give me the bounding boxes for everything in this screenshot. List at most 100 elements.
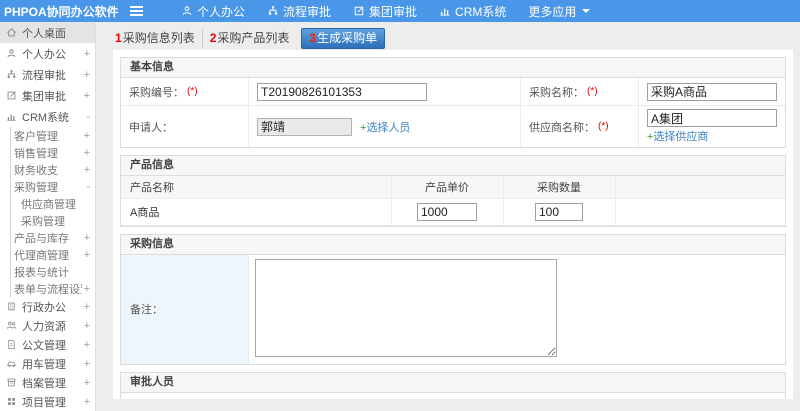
- quantity-cell: [503, 197, 616, 226]
- sidebar-item-supplier-mgmt[interactable]: 供应商管理: [11, 195, 95, 212]
- applicant-cell: +选择人员: [249, 106, 521, 147]
- purchase-no-input[interactable]: [257, 82, 427, 101]
- expand-plus-icon[interactable]: +: [82, 396, 90, 408]
- applicant-input: [257, 117, 352, 136]
- edit-square-icon: [6, 90, 17, 101]
- expand-plus-icon[interactable]: +: [82, 283, 90, 295]
- sidebar-item-archive-mgmt[interactable]: 档案管理 +: [0, 373, 95, 392]
- sidebar-item-finance[interactable]: 财务收支 +: [11, 161, 95, 178]
- grid-icon: [6, 396, 17, 407]
- expand-plus-icon[interactable]: +: [82, 164, 90, 176]
- topnav-more-apps[interactable]: 更多应用: [517, 0, 601, 22]
- sidebar-item-admin-office[interactable]: 行政办公 +: [0, 297, 95, 316]
- section-title: 采购信息: [121, 234, 785, 255]
- tab-step-number: 1: [115, 30, 122, 45]
- tab-label: 采购信息列表: [122, 30, 195, 45]
- menu-icon[interactable]: [130, 4, 144, 18]
- required-mark: (*): [187, 86, 198, 97]
- applicant-label-cell: 申请人：: [121, 106, 249, 147]
- expand-plus-icon[interactable]: +: [82, 377, 90, 389]
- expand-plus-icon[interactable]: +: [82, 130, 90, 142]
- expand-plus-icon[interactable]: +: [82, 147, 90, 159]
- home-icon: [6, 27, 17, 38]
- tab-purchase-info-list[interactable]: 1 采购信息列表: [108, 28, 203, 48]
- empty-cell: [615, 197, 785, 226]
- tab-generate-purchase-order[interactable]: 3 生成采购单: [301, 27, 386, 49]
- expand-plus-icon[interactable]: +: [82, 320, 90, 332]
- purchase-name-input[interactable]: [647, 82, 777, 101]
- topnav-workflow-approval[interactable]: 流程审批: [256, 0, 342, 22]
- sidebar-item-purchase-mgmt-sub[interactable]: 采购管理: [11, 212, 95, 229]
- basic-info-section: 基本信息 采购编号： (*) 采购名称： (*): [120, 57, 786, 148]
- remark-body: [249, 255, 785, 364]
- people-icon: [6, 320, 17, 331]
- sidebar-item-project-mgmt[interactable]: 项目管理 +: [0, 392, 95, 411]
- section-title: 审批人员: [121, 372, 785, 393]
- collapse-minus-icon[interactable]: -: [84, 111, 90, 123]
- sidebar-item-sales-mgmt[interactable]: 销售管理 +: [11, 144, 95, 161]
- sidebar: 个人桌面 个人办公 + 流程审批 + 集团审批 + CRM系统 - 客户管理 +: [0, 22, 96, 411]
- col-empty: [614, 176, 785, 199]
- approver-body: +选择审批人员 提醒审批人员： 短消息提示 注：流程第一步审批人员，这里选择你的…: [249, 398, 785, 400]
- sidebar-item-customer-mgmt[interactable]: 客户管理 +: [11, 127, 95, 144]
- collapse-minus-icon[interactable]: -: [84, 181, 90, 193]
- section-title: 产品信息: [121, 156, 785, 176]
- tab-bar: 1 采购信息列表 2 采购产品列表 3 生成采购单: [96, 22, 800, 49]
- sidebar-item-personal-office[interactable]: 个人办公 +: [0, 43, 95, 64]
- expand-plus-icon[interactable]: +: [82, 90, 90, 102]
- sidebar-item-agent-mgmt[interactable]: 代理商管理 +: [11, 246, 95, 263]
- sidebar-item-document-mgmt[interactable]: 公文管理 +: [0, 335, 95, 354]
- supplier-cell: +选择供应商: [639, 106, 785, 147]
- sidebar-item-reports-stats[interactable]: 报表与统计: [11, 263, 95, 280]
- form-panel: 基本信息 采购编号： (*) 采购名称： (*): [113, 50, 793, 399]
- col-quantity: 采购数量: [502, 176, 616, 199]
- sidebar-item-form-flow-settings[interactable]: 表单与流程设置 +: [11, 280, 95, 297]
- product-name-cell: A商品: [121, 197, 392, 226]
- quantity-input[interactable]: [535, 202, 583, 221]
- document-icon: [6, 339, 17, 350]
- expand-plus-icon[interactable]: +: [82, 249, 90, 261]
- unit-price-input[interactable]: [417, 202, 477, 221]
- approver-section: 审批人员 设置审批人员： (*) +选择审批人员 提醒审批人员：: [120, 371, 786, 400]
- tab-purchase-product-list[interactable]: 2 采购产品列表: [203, 29, 297, 48]
- tab-label: 生成采购单: [317, 30, 378, 45]
- required-mark: (*): [587, 86, 598, 97]
- topnav-crm-system[interactable]: CRM系统: [428, 0, 517, 22]
- supplier-label-cell: 供应商名称： (*): [521, 106, 639, 147]
- topnav-personal-office[interactable]: 个人办公: [170, 0, 256, 22]
- expand-plus-icon[interactable]: +: [82, 232, 90, 244]
- topnav-group-approval[interactable]: 集团审批: [342, 0, 428, 22]
- archive-icon: [6, 377, 17, 388]
- person-icon: [6, 48, 17, 59]
- person-icon: [181, 5, 193, 17]
- select-supplier-link[interactable]: +选择供应商: [647, 128, 708, 144]
- sidebar-item-human-resources[interactable]: 人力资源 +: [0, 316, 95, 335]
- workflow-icon: [267, 5, 279, 17]
- edit-square-icon: [353, 5, 365, 17]
- expand-plus-icon[interactable]: +: [82, 69, 90, 81]
- expand-plus-icon[interactable]: +: [82, 301, 90, 313]
- sidebar-item-workflow-approval[interactable]: 流程审批 +: [0, 64, 95, 85]
- sidebar-item-vehicle-mgmt[interactable]: 用车管理 +: [0, 354, 95, 373]
- remark-textarea[interactable]: [255, 258, 557, 357]
- product-info-section: 产品信息 产品名称 产品单价 采购数量 A商品: [120, 155, 786, 227]
- expand-plus-icon[interactable]: +: [82, 358, 90, 370]
- select-person-link[interactable]: +选择人员: [360, 119, 410, 135]
- remark-label-cell: 备注：: [121, 254, 249, 364]
- purchase-info-section: 采购信息 备注：: [120, 233, 786, 365]
- expand-plus-icon[interactable]: +: [82, 48, 90, 60]
- sidebar-item-crm-system[interactable]: CRM系统 -: [0, 106, 95, 127]
- top-navigation: 个人办公 流程审批 集团审批 CRM系统 更多应用: [170, 0, 601, 22]
- topbar: PHPOA协同办公软件 个人办公 流程审批 集团审批 CRM系统 更多应用: [0, 0, 800, 22]
- building-icon: [6, 301, 17, 312]
- expand-plus-icon[interactable]: +: [82, 339, 90, 351]
- col-unit-price: 产品单价: [390, 176, 504, 199]
- supplier-input[interactable]: [647, 109, 777, 127]
- caret-down-icon: [582, 9, 591, 13]
- workflow-icon: [6, 69, 17, 80]
- sidebar-item-purchase-mgmt[interactable]: 采购管理 -: [11, 178, 95, 195]
- sidebar-item-product-inventory[interactable]: 产品与库存 +: [11, 229, 95, 246]
- sidebar-item-personal-desktop[interactable]: 个人桌面: [0, 22, 95, 43]
- product-table: 产品名称 产品单价 采购数量 A商品: [121, 176, 785, 226]
- sidebar-item-group-approval[interactable]: 集团审批 +: [0, 85, 95, 106]
